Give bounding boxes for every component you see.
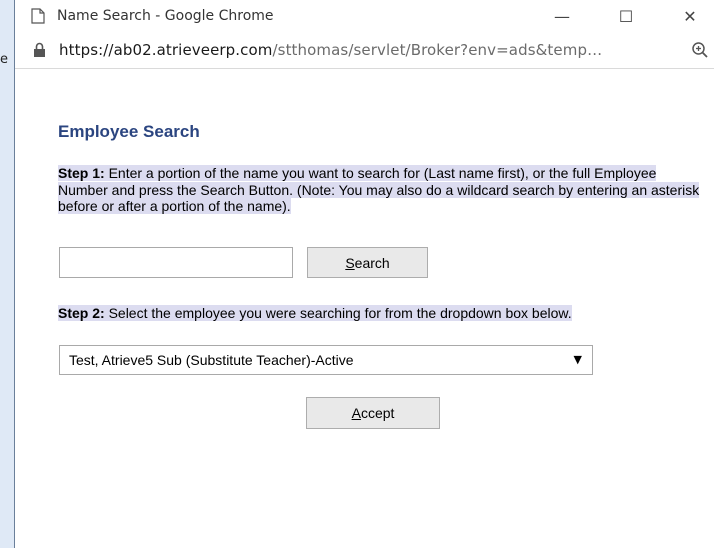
accept-button-label: ccept [360, 405, 395, 421]
step1-text: Enter a portion of the name you want to … [58, 165, 700, 214]
dropdown-arrow-icon: ▼ [573, 353, 582, 366]
maximize-button[interactable]: ☐ [603, 0, 649, 32]
chrome-popup-window: Name Search - Google Chrome — ☐ ✕ https:… [14, 0, 714, 548]
page-title: Employee Search [58, 122, 200, 141]
step1-instructions: Step 1: Enter a portion of the name you … [58, 165, 708, 215]
window-title: Name Search - Google Chrome [57, 8, 274, 24]
background-window-text: e [0, 52, 8, 67]
minimize-button[interactable]: — [539, 0, 585, 32]
address-bar[interactable]: https://ab02.atrieveerp.com/stthomas/ser… [15, 32, 714, 69]
url-text[interactable]: https://ab02.atrieveerp.com/stthomas/ser… [59, 41, 602, 59]
title-bar[interactable]: Name Search - Google Chrome — ☐ ✕ [15, 0, 714, 32]
maximize-icon: ☐ [618, 6, 634, 26]
background-window-strip: e [0, 0, 14, 548]
search-button-label: earch [354, 254, 390, 271]
lock-icon[interactable] [33, 42, 46, 58]
zoom-icon[interactable] [691, 41, 709, 59]
page-icon [31, 8, 45, 24]
step1-label: Step 1: [58, 165, 105, 181]
search-button-accesskey: S [345, 254, 355, 271]
search-button[interactable]: Search [307, 247, 428, 278]
close-icon: ✕ [683, 6, 697, 26]
search-input[interactable] [59, 247, 293, 278]
employee-select[interactable]: Test, Atrieve5 Sub (Substitute Teacher)-… [59, 345, 593, 375]
step2-label: Step 2: [58, 305, 105, 321]
page-content: Employee Search Step 1: Enter a portion … [15, 69, 714, 548]
step2-instructions: Step 2: Select the employee you were sea… [58, 305, 708, 322]
accept-button[interactable]: Accept [306, 397, 440, 429]
step2-text: Select the employee you were searching f… [104, 305, 572, 321]
employee-select-value: Test, Atrieve5 Sub (Substitute Teacher)-… [69, 352, 354, 368]
close-button[interactable]: ✕ [667, 0, 713, 32]
accept-button-accesskey: A [351, 405, 361, 421]
url-path: /stthomas/servlet/Broker?env=ads&temp… [272, 41, 603, 59]
minimize-icon: — [554, 6, 570, 26]
url-host: https://ab02.atrieveerp.com [59, 41, 273, 59]
